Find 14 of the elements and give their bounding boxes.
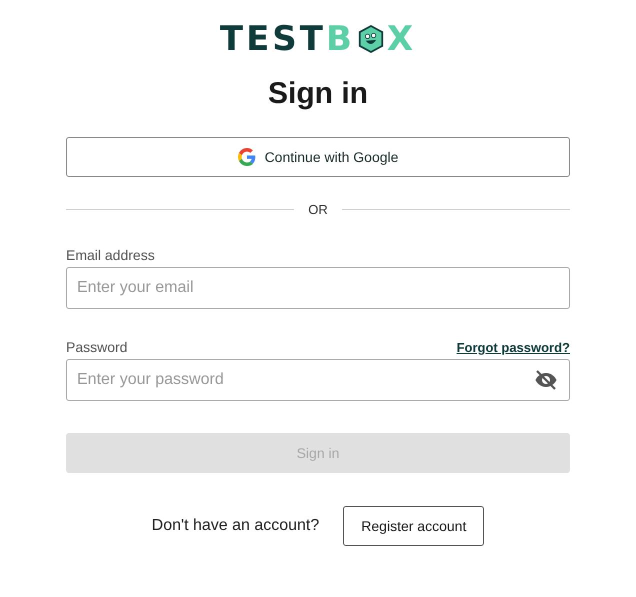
logo: TESTB X (220, 20, 416, 58)
field-label: Email address (66, 247, 156, 263)
forgot-password-link[interactable]: Forgot password? (456, 340, 570, 355)
field-label: Password (66, 339, 128, 355)
divider-label: OR (308, 202, 328, 217)
register-button[interactable]: Register account (343, 506, 484, 546)
cube-mascot-icon (358, 25, 384, 53)
eye-slash-icon[interactable] (534, 368, 558, 392)
google-icon (238, 148, 256, 166)
google-sign-in-button[interactable]: Continue with Google (66, 137, 570, 177)
password-input[interactable]: Enter your password (66, 359, 570, 401)
page-title: Sign in (268, 76, 368, 112)
register-prompt: Don't have an account? (152, 517, 320, 535)
email-input[interactable]: Enter your email (66, 267, 570, 309)
